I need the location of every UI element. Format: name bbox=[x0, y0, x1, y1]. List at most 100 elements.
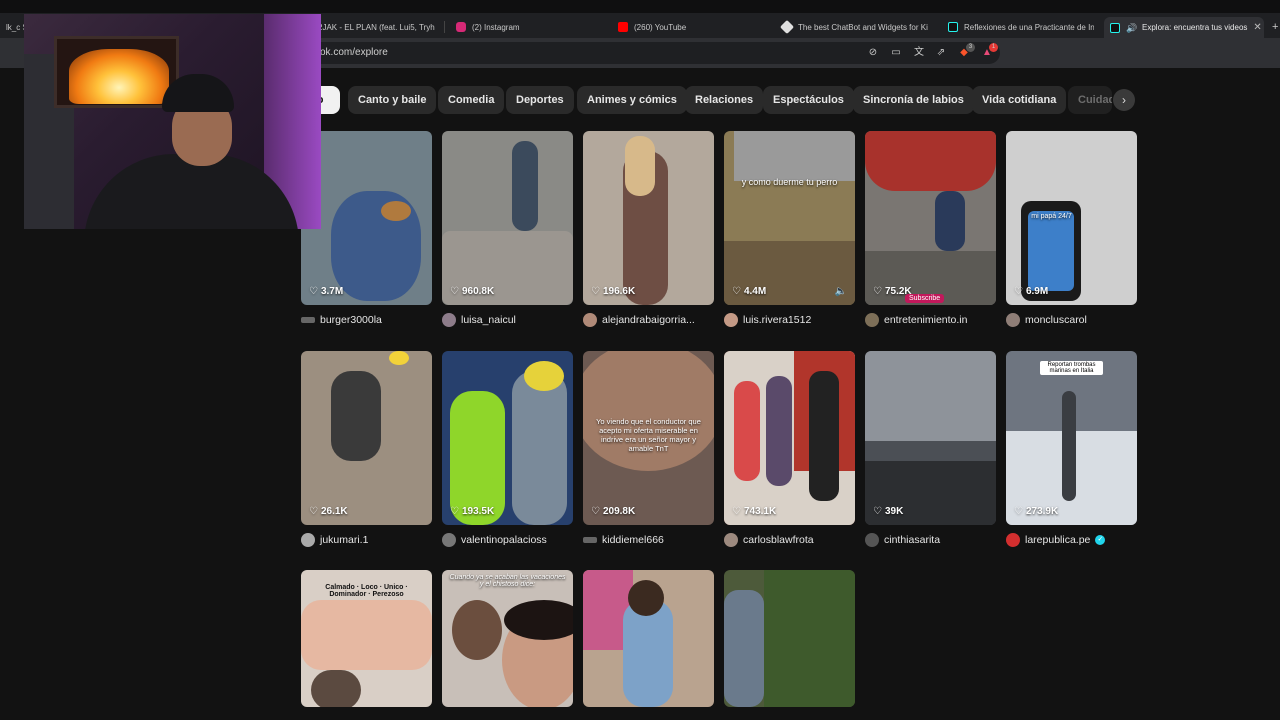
avatar bbox=[583, 537, 597, 543]
card-3-overlay-text: y como duerme tu perro bbox=[741, 177, 838, 187]
webcam-fire bbox=[69, 49, 169, 104]
card-5-author[interactable]: moncluscarol bbox=[1006, 312, 1087, 328]
tab-3-title: (260) YouTube bbox=[634, 22, 687, 32]
card-11-overlay-text: Reportan trombas marinas en Italia bbox=[1040, 361, 1103, 375]
card-11-likes: ♡ 273.9K bbox=[1014, 506, 1058, 517]
tab-4-title: The best ChatBot and Widgets for Ki bbox=[798, 22, 928, 32]
video-card-14[interactable] bbox=[583, 570, 714, 707]
verified-badge-icon: ✓ bbox=[1095, 535, 1106, 545]
card-9-author[interactable]: carlosblawfrota bbox=[724, 532, 814, 548]
heart-icon: ♡ bbox=[873, 506, 882, 517]
tab-4[interactable]: The best ChatBot and Widgets for Ki bbox=[776, 17, 928, 37]
card-6-figure bbox=[331, 371, 381, 461]
card-2-author-name: alejandrabaigorria... bbox=[602, 314, 695, 326]
tab-5[interactable]: Reflexiones de una Practicante de Ins bbox=[942, 17, 1094, 37]
card-15-vines bbox=[764, 570, 855, 707]
video-card-11[interactable]: Reportan trombas marinas en Italia ♡ 273.… bbox=[1006, 351, 1137, 525]
video-card-6[interactable]: ♡ 26.1K bbox=[301, 351, 432, 525]
video-card-3[interactable]: y como duerme tu perro ♡ 4.4M 🔈 bbox=[724, 131, 855, 305]
card-7-author-name: valentinopalacioss bbox=[461, 534, 547, 546]
card-9-figure-3 bbox=[809, 371, 839, 501]
chevron-right-icon[interactable]: › bbox=[1113, 89, 1135, 111]
avatar bbox=[724, 313, 738, 327]
video-card-10[interactable]: ♡ 39K bbox=[865, 351, 996, 525]
card-2-hair bbox=[625, 136, 655, 196]
category-chip-6[interactable]: Espectáculos bbox=[763, 86, 854, 114]
heart-icon: ♡ bbox=[873, 286, 882, 297]
video-card-4[interactable]: ♡ 75.2K Subscribe bbox=[865, 131, 996, 305]
card-7-figure-left bbox=[450, 391, 505, 525]
video-card-9[interactable]: ♡ 743.1K bbox=[724, 351, 855, 525]
share-icon[interactable]: ⇗ bbox=[934, 46, 948, 60]
card-12-feet bbox=[301, 600, 432, 670]
card-10-likes-value: 39K bbox=[884, 506, 904, 517]
video-card-8[interactable]: Yo viendo que el conductor que acepto mi… bbox=[583, 351, 714, 525]
card-6-likes-value: 26.1K bbox=[320, 506, 348, 517]
tab-strip-top bbox=[0, 0, 1280, 13]
card-12-face bbox=[311, 670, 361, 707]
avatar bbox=[301, 317, 315, 323]
card-8-likes-value: 209.8K bbox=[602, 506, 636, 517]
category-chip-2[interactable]: Comedia bbox=[438, 86, 505, 114]
tab-2[interactable]: (2) Instagram bbox=[450, 17, 600, 37]
cast-icon[interactable]: ▭ bbox=[889, 46, 903, 60]
video-card-1[interactable]: ♡ 960.8K bbox=[442, 131, 573, 305]
avatar bbox=[301, 533, 315, 547]
card-14-child bbox=[623, 600, 673, 707]
video-card-15[interactable] bbox=[724, 570, 855, 707]
heart-icon: ♡ bbox=[450, 286, 459, 297]
tiktok-icon bbox=[948, 22, 958, 32]
card-14-hair bbox=[628, 580, 664, 616]
heart-icon: ♡ bbox=[1014, 286, 1023, 297]
category-chip-8[interactable]: Vida cotidiana bbox=[972, 86, 1067, 114]
card-2-likes-value: 196.6K bbox=[602, 286, 636, 297]
heart-icon: ♡ bbox=[591, 286, 600, 297]
video-card-2[interactable]: ♡ 196.6K bbox=[583, 131, 714, 305]
category-chip-5[interactable]: Relaciones bbox=[685, 86, 764, 114]
card-4-author[interactable]: entretenimiento.in bbox=[865, 312, 967, 328]
card-3-likes-value: 4.4M bbox=[743, 286, 767, 297]
no-tracking-icon[interactable]: ⊘ bbox=[866, 46, 880, 60]
card-1-author[interactable]: luisa_naicul bbox=[442, 312, 516, 328]
card-13-child bbox=[452, 600, 502, 660]
card-2-author[interactable]: alejandrabaigorria... bbox=[583, 312, 695, 328]
video-card-13[interactable]: Cuando ya se acaban las vacaciones y el … bbox=[442, 570, 573, 707]
card-8-author[interactable]: kiddiemel666 bbox=[583, 532, 664, 548]
card-8-overlay-text: Yo viendo que el conductor que acepto mi… bbox=[596, 417, 701, 453]
card-0-likes-value: 3.7M bbox=[320, 286, 344, 297]
card-11-author[interactable]: larepublica.pe ✓ bbox=[1006, 532, 1106, 548]
video-card-7[interactable]: ♡ 193.5K bbox=[442, 351, 573, 525]
card-10-author[interactable]: cinthiasarita bbox=[865, 532, 940, 548]
card-7-author[interactable]: valentinopalacioss bbox=[442, 532, 547, 548]
video-card-12[interactable]: Calmado · Loco · Unico · Dominador · Per… bbox=[301, 570, 432, 707]
card-10-author-name: cinthiasarita bbox=[884, 534, 941, 546]
avatar bbox=[442, 533, 456, 547]
card-6-author[interactable]: jukumari.1 bbox=[301, 532, 368, 548]
card-3-author-name: luis.rivera1512 bbox=[743, 314, 812, 326]
video-card-5[interactable]: mi papá 24/7 ♡ 6.9M bbox=[1006, 131, 1137, 305]
avatar bbox=[865, 313, 879, 327]
chatbot-icon bbox=[779, 19, 795, 35]
tab-1[interactable]: 2JAK - EL PLAN (feat. Lui5, Tryh bbox=[312, 17, 442, 37]
new-tab-button[interactable]: + bbox=[1266, 17, 1280, 37]
card-10-sky bbox=[865, 351, 996, 441]
card-3-author[interactable]: luis.rivera1512 bbox=[724, 312, 811, 328]
card-8-likes: ♡ 209.8K bbox=[591, 506, 635, 517]
avatar bbox=[583, 313, 597, 327]
category-chip-4[interactable]: Animes y cómics bbox=[577, 86, 687, 114]
card-11-author-name: larepublica.pe bbox=[1025, 534, 1091, 546]
category-chip-3[interactable]: Deportes bbox=[506, 86, 574, 114]
translate-icon[interactable]: 文 bbox=[912, 46, 926, 60]
card-12-overlay-text: Calmado · Loco · Unico · Dominador · Per… bbox=[325, 584, 408, 598]
close-tab-icon[interactable]: ✕ bbox=[1253, 22, 1264, 33]
tab-2-title: (2) Instagram bbox=[472, 22, 520, 32]
card-5-likes: ♡ 6.9M bbox=[1014, 286, 1048, 297]
card-7-likes: ♡ 193.5K bbox=[450, 506, 494, 517]
volume-icon[interactable]: 🔈 bbox=[835, 286, 847, 297]
tab-6-active[interactable]: 🔊 Explora: encuentra tus videos ✕ bbox=[1104, 17, 1264, 38]
category-chip-1[interactable]: Canto y baile bbox=[348, 86, 437, 114]
tab-3[interactable]: (260) YouTube bbox=[612, 17, 762, 37]
category-chip-9[interactable]: Cuidado bbox=[1068, 86, 1112, 114]
card-0-author[interactable]: burger3000la bbox=[301, 312, 382, 328]
category-chip-7[interactable]: Sincronía de labios bbox=[853, 86, 974, 114]
